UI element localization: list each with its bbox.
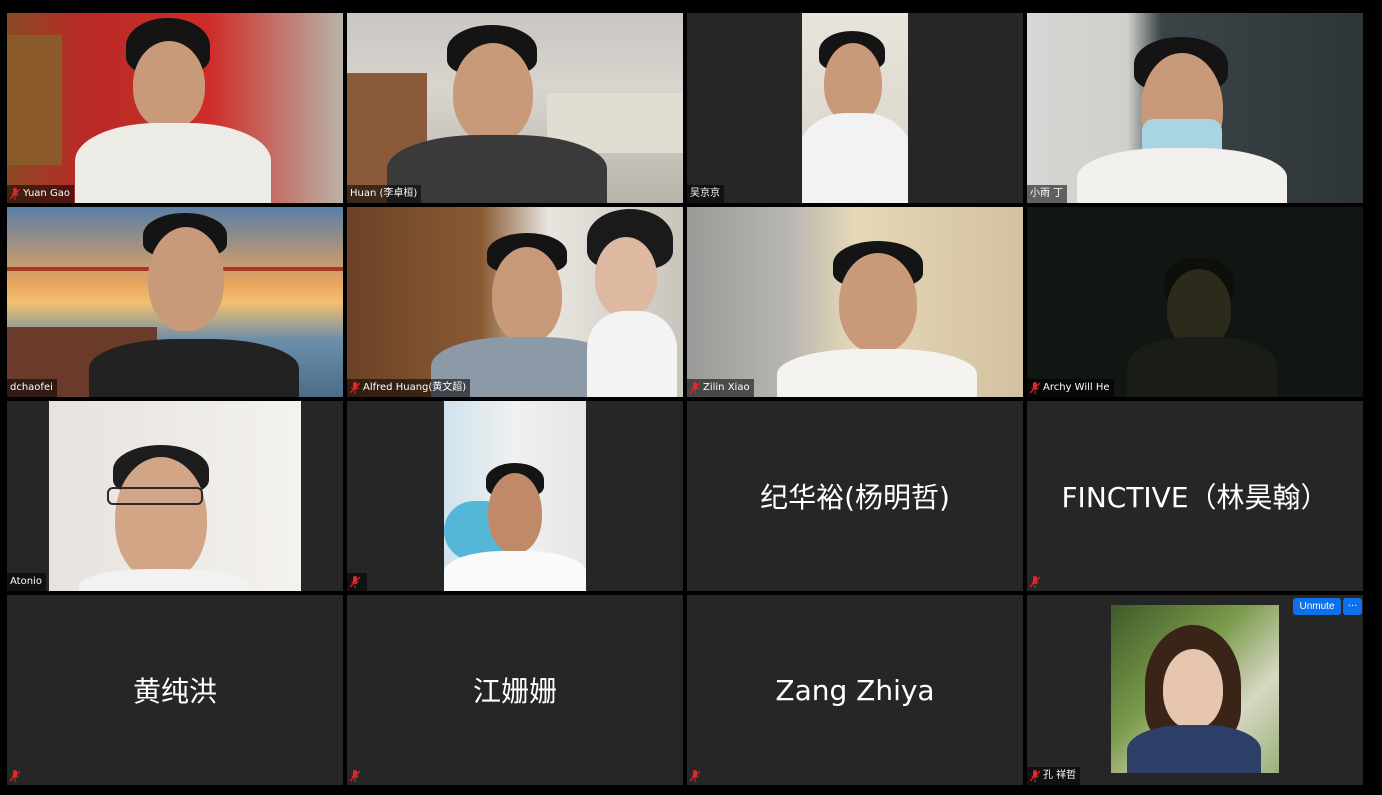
participant-tile-zilin-xiao[interactable]: Zilin Xiao xyxy=(687,207,1023,397)
participant-tile-dchaofei[interactable]: dchaofei xyxy=(7,207,343,397)
participant-tile-archy-will-he[interactable]: Archy Will He xyxy=(1027,207,1363,397)
participant-tile-yuan-gao[interactable]: Yuan Gao xyxy=(7,13,343,203)
participant-label: 小雨 丁 xyxy=(1027,185,1068,203)
mic-muted-icon xyxy=(10,188,20,200)
video-feed xyxy=(49,401,301,591)
participant-name: 孔 祥哲 xyxy=(1043,770,1077,781)
participant-label xyxy=(687,767,704,785)
unmute-button[interactable]: Unmute xyxy=(1293,598,1341,615)
mic-muted-icon xyxy=(1030,770,1040,782)
participant-label: Alfred Huang(黄文超) xyxy=(347,379,471,397)
participant-name: Atonio xyxy=(10,576,42,587)
participant-name: 吴京京 xyxy=(690,188,720,199)
participant-name: 小雨 丁 xyxy=(1030,188,1064,199)
participant-label: Archy Will He xyxy=(1027,379,1114,397)
participant-tile-ji-huayu[interactable]: 纪华裕(杨明哲) xyxy=(687,401,1023,591)
participant-name: Zilin Xiao xyxy=(703,382,750,393)
video-feed xyxy=(1027,207,1363,397)
participant-display-name: 江姗姗 xyxy=(472,675,557,708)
participant-tile-jiang-shanshan[interactable]: 江姗姗 xyxy=(347,595,683,785)
participant-tile-huan[interactable]: Huan (李卓桓) xyxy=(347,13,683,203)
participant-tile-kong-xiangzhe[interactable]: 孔 祥哲 xyxy=(1027,595,1363,785)
video-feed xyxy=(7,207,343,397)
participant-tile-finctive[interactable]: FINCTIVE（林昊翰） xyxy=(1027,401,1363,591)
video-feed xyxy=(687,207,1023,397)
video-feed xyxy=(1027,13,1363,203)
participant-label: Atonio xyxy=(7,573,46,591)
participant-name: Archy Will He xyxy=(1043,382,1110,393)
participant-tile-atonio[interactable]: Atonio xyxy=(7,401,343,591)
mic-muted-icon xyxy=(1030,382,1040,394)
video-feed xyxy=(347,207,683,397)
participant-label: 孔 祥哲 xyxy=(1027,767,1081,785)
participant-label: dchaofei xyxy=(7,379,57,397)
mic-muted-icon xyxy=(10,770,20,782)
mic-muted-icon xyxy=(690,770,700,782)
video-feed xyxy=(802,13,908,203)
participant-name: dchaofei xyxy=(10,382,53,393)
participant-label: 吴京京 xyxy=(687,185,724,203)
participant-tile-huang-chunhong[interactable]: 黄纯洪 xyxy=(7,595,343,785)
participant-name: Huan (李卓桓) xyxy=(350,188,418,199)
participant-tile-zang-zhiya[interactable]: Zang Zhiya xyxy=(687,595,1023,785)
participant-name: Alfred Huang(黄文超) xyxy=(363,382,467,393)
participant-tile-xiaoyu-ding[interactable]: 小雨 丁 xyxy=(1027,13,1363,203)
mic-muted-icon xyxy=(1030,576,1040,588)
participant-label: Huan (李卓桓) xyxy=(347,185,422,203)
gallery-grid: Yuan Gao Huan (李卓桓) 吴京京 小雨 丁 dchaofei Al… xyxy=(0,0,1382,795)
participant-display-name: 纪华裕(杨明哲) xyxy=(760,481,950,514)
mic-muted-icon xyxy=(350,382,360,394)
more-options-button[interactable]: ··· xyxy=(1343,598,1362,615)
participant-label xyxy=(347,573,367,591)
participant-label: Yuan Gao xyxy=(7,185,74,203)
video-feed xyxy=(7,13,343,203)
participant-label xyxy=(7,767,24,785)
participant-label xyxy=(347,767,364,785)
participant-display-name: FINCTIVE（林昊翰） xyxy=(1061,481,1329,514)
mic-muted-icon xyxy=(690,382,700,394)
participant-tile-wu-jingjing[interactable]: 吴京京 xyxy=(687,13,1023,203)
mic-muted-icon xyxy=(350,576,360,588)
participant-name: Yuan Gao xyxy=(23,188,70,199)
participant-label: Zilin Xiao xyxy=(687,379,754,397)
profile-photo xyxy=(1111,605,1279,773)
participant-tile-alfred-huang[interactable]: Alfred Huang(黄文超) xyxy=(347,207,683,397)
participant-tile-unnamed-video[interactable] xyxy=(347,401,683,591)
video-feed xyxy=(444,401,586,591)
video-feed xyxy=(347,13,683,203)
participant-label xyxy=(1027,573,1044,591)
participant-display-name: 黄纯洪 xyxy=(132,675,217,708)
mic-muted-icon xyxy=(350,770,360,782)
participant-display-name: Zang Zhiya xyxy=(775,673,935,707)
